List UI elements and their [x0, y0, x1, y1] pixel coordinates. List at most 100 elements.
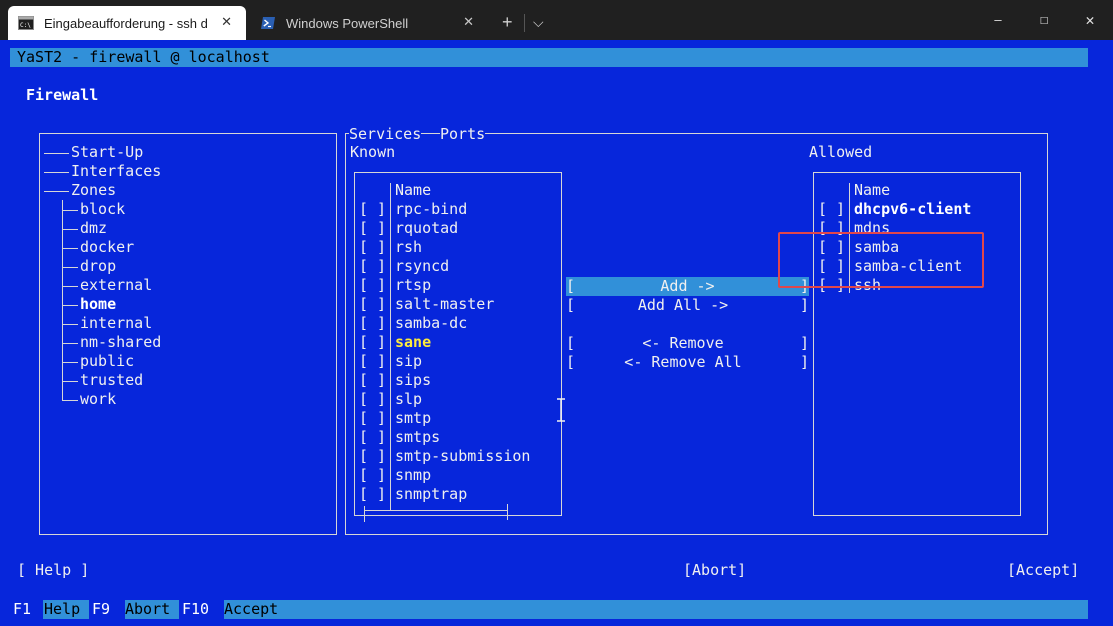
maximize-icon: ☐	[1039, 12, 1049, 28]
list-item[interactable]: sip	[395, 352, 422, 371]
function-key-bar: F1 Help F9 Abort F10 Accept	[10, 600, 1088, 619]
tab-services[interactable]: Services	[349, 125, 421, 143]
list-item[interactable]: snmp	[395, 466, 431, 485]
tab-powershell[interactable]: Windows PowerShell ✕	[250, 6, 488, 40]
checkbox[interactable]: [ ]	[359, 295, 386, 314]
checkbox[interactable]: [ ]	[359, 371, 386, 390]
list-item[interactable]: smtp	[395, 409, 431, 428]
checkbox[interactable]: [ ]	[359, 200, 386, 219]
horizontal-scrollbar[interactable]	[364, 510, 508, 511]
checkbox[interactable]: [ ]	[359, 390, 386, 409]
close-tab-icon[interactable]: ✕	[463, 14, 474, 30]
known-column-header: Name	[395, 181, 432, 199]
list-item[interactable]: salt-master	[395, 295, 494, 314]
checkbox[interactable]: [ ]	[359, 428, 386, 447]
list-item[interactable]: sips	[395, 371, 431, 390]
tree-connector	[62, 305, 78, 306]
close-tab-icon[interactable]: ✕	[221, 14, 232, 30]
svg-text:C:\: C:\	[20, 22, 31, 29]
text-cursor-icon	[557, 398, 565, 422]
close-icon: ✕	[1085, 11, 1095, 29]
add-button[interactable]: Add ->	[566, 277, 809, 296]
remove-all-button[interactable]: <- Remove All	[566, 353, 800, 372]
checkbox[interactable]: [ ]	[359, 352, 386, 371]
checkbox[interactable]: [ ]	[359, 314, 386, 333]
tree-connector	[62, 343, 78, 344]
list-item[interactable]: snmptrap	[395, 485, 467, 504]
tree-zone-public[interactable]: public	[80, 352, 134, 371]
tree-zone-external[interactable]: external	[80, 276, 152, 295]
tree-zone-block[interactable]: block	[80, 200, 125, 219]
list-item[interactable]: rtsp	[395, 276, 431, 295]
tab-cmd[interactable]: C:\ Eingabeaufforderung - ssh d ✕	[8, 6, 246, 40]
allowed-column-header: Name	[854, 181, 891, 199]
tree-item-zones[interactable]: Zones	[71, 181, 116, 200]
tree-connector	[62, 362, 78, 363]
tree-zone-work[interactable]: work	[80, 390, 116, 409]
tree-zone-drop[interactable]: drop	[80, 257, 116, 276]
divider	[524, 14, 525, 32]
terminal-screen[interactable]: YaST2 - firewall @ localhost Firewall St…	[0, 40, 1113, 626]
list-item[interactable]: rsh	[395, 238, 422, 257]
accept-button[interactable]: [Accept]	[1007, 561, 1079, 580]
tab-title: Windows PowerShell	[286, 15, 409, 31]
known-label: Known	[350, 143, 396, 161]
checkbox[interactable]: [ ]	[359, 238, 386, 257]
terminal-tab-bar: C:\ Eingabeaufforderung - ssh d ✕ Window…	[0, 0, 1113, 40]
tree-connector	[62, 400, 78, 401]
tree-connector	[44, 153, 69, 154]
new-tab-button[interactable]: +	[502, 12, 513, 33]
tree-item-interfaces[interactable]: Interfaces	[71, 162, 161, 181]
tree-zone-trusted[interactable]: trusted	[80, 371, 143, 390]
tree-zone-internal[interactable]: internal	[80, 314, 152, 333]
minimize-icon: —	[994, 13, 1002, 27]
list-item[interactable]: slp	[395, 390, 422, 409]
tree-connector	[62, 286, 78, 287]
table-column-separator	[390, 183, 391, 511]
tree-item-start-up[interactable]: Start-Up	[71, 143, 143, 162]
abort-button[interactable]: [Abort]	[683, 561, 746, 580]
checkbox[interactable]: [ ]	[359, 276, 386, 295]
tree-zone-nm-shared[interactable]: nm-shared	[80, 333, 161, 352]
tree-connector	[62, 210, 78, 211]
minimize-button[interactable]: —	[975, 6, 1021, 34]
checkbox[interactable]: [ ]	[359, 257, 386, 276]
checkbox[interactable]: [ ]	[359, 219, 386, 238]
maximize-button[interactable]: ☐	[1021, 6, 1067, 34]
f9-key[interactable]: F9	[89, 600, 125, 619]
checkbox[interactable]: [ ]	[359, 466, 386, 485]
chevron-down-icon[interactable]: ⌵	[533, 14, 544, 31]
tree-zone-docker[interactable]: docker	[80, 238, 134, 257]
tree-connector	[62, 381, 78, 382]
list-item[interactable]: rquotad	[395, 219, 458, 238]
list-item[interactable]: smtp-submission	[395, 447, 530, 466]
list-item[interactable]: smtps	[395, 428, 440, 447]
checkbox[interactable]: [ ]	[818, 200, 845, 219]
tree-connector	[62, 248, 78, 249]
tab-title: Eingabeaufforderung - ssh d	[44, 15, 208, 31]
list-item[interactable]: samba-dc	[395, 314, 467, 333]
checkbox[interactable]: [ ]	[359, 485, 386, 504]
tree-connector	[44, 172, 69, 173]
tree-zone-home[interactable]: home	[80, 295, 116, 314]
tree-connector	[62, 324, 78, 325]
tree-zone-dmz[interactable]: dmz	[80, 219, 107, 238]
f10-key[interactable]: F10	[179, 600, 224, 619]
list-item[interactable]: sane	[395, 333, 431, 352]
remove-button[interactable]: <- Remove	[566, 334, 800, 353]
add-all-button[interactable]: Add All ->	[566, 296, 800, 315]
tab-ports[interactable]: Ports	[440, 125, 485, 143]
command-prompt-icon: C:\	[18, 16, 34, 30]
checkbox[interactable]: [ ]	[359, 409, 386, 428]
list-item[interactable]: dhcpv6-client	[854, 200, 971, 219]
yast-title-bar: YaST2 - firewall @ localhost	[10, 48, 1088, 67]
f1-key[interactable]: F1	[10, 600, 43, 619]
tree-connector	[62, 229, 78, 230]
tree-connector	[44, 191, 69, 192]
checkbox[interactable]: [ ]	[359, 333, 386, 352]
help-button[interactable]: [ Help ]	[17, 561, 89, 580]
checkbox[interactable]: [ ]	[359, 447, 386, 466]
list-item[interactable]: rsyncd	[395, 257, 449, 276]
list-item[interactable]: rpc-bind	[395, 200, 467, 219]
close-window-button[interactable]: ✕	[1067, 6, 1113, 34]
